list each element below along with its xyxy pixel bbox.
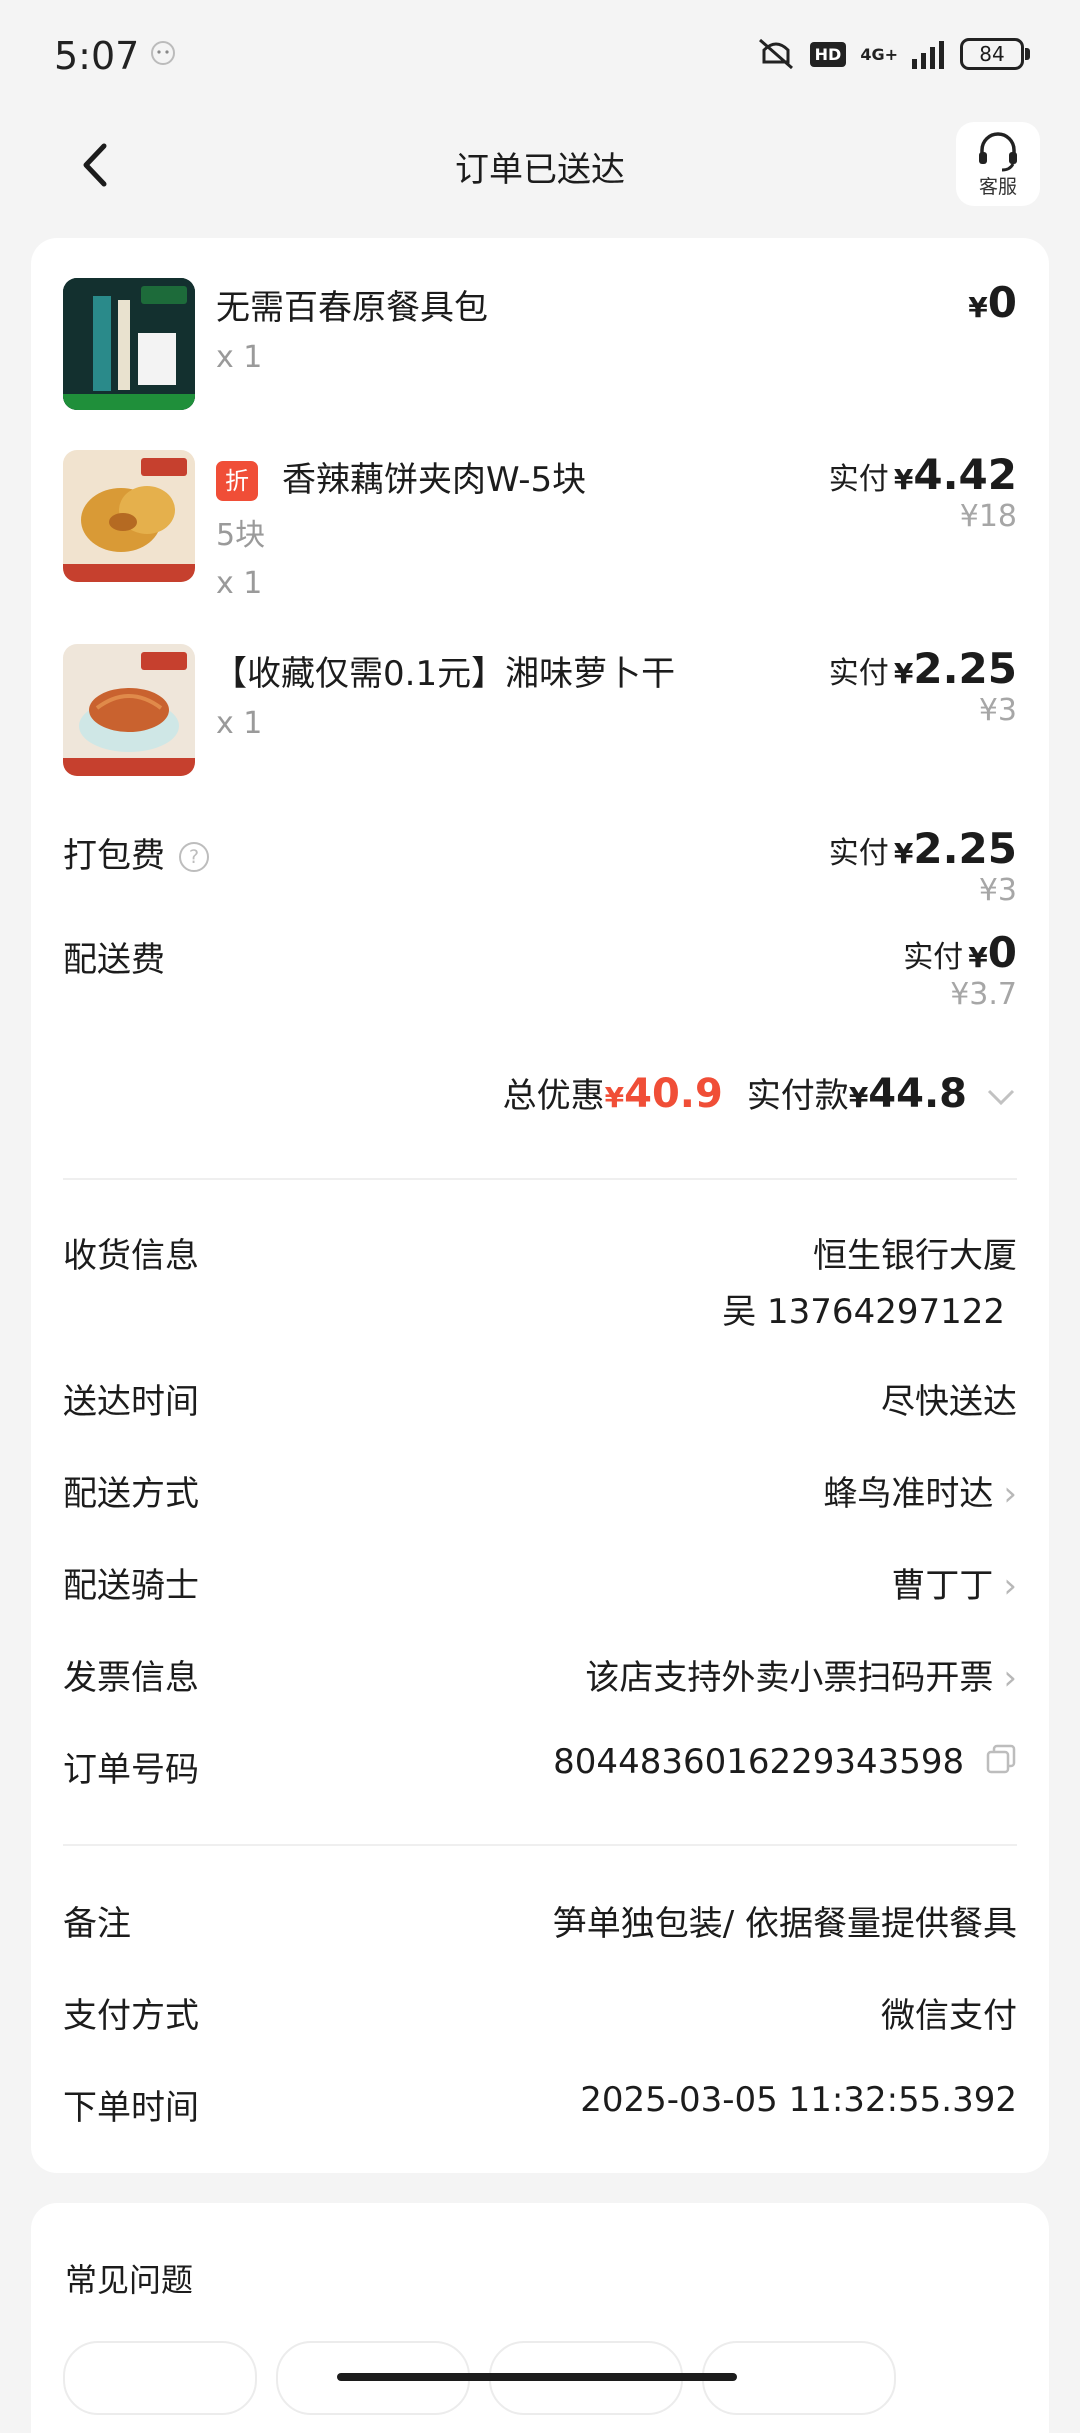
currency-symbol: ¥ <box>893 463 914 496</box>
delivery-method-row[interactable]: 蜂鸟准时达 › <box>823 1466 1017 1515</box>
invoice-row[interactable]: 该店支持外卖小票扫码开票 › <box>585 1650 1017 1699</box>
paid-total-amount: 44.8 <box>868 1071 967 1117</box>
delivery-time-value: 尽快送达 <box>881 1382 1017 1422</box>
rider-label: 配送骑士 <box>63 1566 199 1606</box>
delivery-fee-price: 实付 ¥0 ¥3.7 <box>903 928 1017 1012</box>
page-title: 订单已送达 <box>455 150 625 190</box>
discount-tag: 折 <box>216 461 258 501</box>
original-price: ¥3.7 <box>950 977 1017 1012</box>
faq-card: 常见问题 <box>31 2203 1049 2433</box>
delivery-method-value: 蜂鸟准时达 <box>823 1474 994 1514</box>
original-price: ¥18 <box>959 499 1017 534</box>
note-value: 笋单独包装/ 依据餐量提供餐具 <box>552 1904 1017 1944</box>
divider <box>63 1844 1017 1846</box>
copy-icon[interactable] <box>985 1743 1017 1775</box>
faq-title: 常见问题 <box>65 2261 194 2299</box>
order-number-row: 8044836016229343598 <box>553 1742 1017 1782</box>
packing-fee-price: 实付 ¥2.25 ¥3 <box>829 824 1017 908</box>
item-price: 实付 ¥2.25 ¥3 <box>829 644 1017 728</box>
order-item[interactable]: 折香辣藕饼夹肉W-5块 5块 x 1 实付 ¥4.42 ¥18 <box>63 450 1017 601</box>
price-amount: 2.25 <box>913 644 1017 693</box>
item-price: ¥0 <box>968 278 1017 327</box>
currency-symbol: ¥ <box>848 1081 869 1114</box>
customer-service-label: 客服 <box>978 176 1017 198</box>
item-thumbnail <box>63 450 195 582</box>
currency-symbol: ¥ <box>968 291 988 324</box>
paid-label: 实付 <box>828 462 889 497</box>
chevron-right-icon: › <box>1003 1566 1017 1606</box>
faq-question-chip[interactable] <box>63 2341 257 2415</box>
delivery-time-label: 送达时间 <box>63 1382 199 1422</box>
receiver-label: 收货信息 <box>63 1236 199 1276</box>
order-time-value: 2025-03-05 11:32:55.392 <box>580 2080 1017 2120</box>
order-number-label: 订单号码 <box>63 1750 199 1790</box>
price-amount: 0 <box>987 928 1017 977</box>
paid-label: 实付 <box>903 940 964 975</box>
help-icon[interactable]: ? <box>179 842 209 872</box>
paid-label: 实付 <box>828 656 889 691</box>
hd-badge: HD <box>809 41 847 67</box>
item-name: 无需百春原餐具包 <box>216 288 488 328</box>
receiver-address: 恒生银行大厦 <box>813 1236 1017 1276</box>
item-qty: x 1 <box>216 706 263 741</box>
chevron-down-icon <box>987 1089 1015 1106</box>
original-price: ¥3 <box>978 873 1017 908</box>
order-total[interactable]: 总优惠 ¥ 40.9 实付款 ¥ 44.8 <box>503 1068 1017 1117</box>
signal-icon <box>912 41 944 69</box>
price-amount: 0 <box>987 278 1017 327</box>
price-amount: 2.25 <box>913 824 1017 873</box>
currency-symbol: ¥ <box>893 657 914 690</box>
divider <box>63 1178 1017 1180</box>
paid-total-label: 实付款 <box>746 1076 849 1116</box>
original-price: ¥3 <box>978 693 1017 728</box>
item-qty: x 1 <box>216 566 263 601</box>
note-label: 备注 <box>63 1904 131 1944</box>
mute-icon <box>758 38 793 70</box>
invoice-value: 该店支持外卖小票扫码开票 <box>585 1658 994 1698</box>
chevron-right-icon: › <box>1003 1658 1017 1698</box>
discount-label: 总优惠 <box>502 1076 605 1116</box>
network-type: 4G+ <box>860 44 898 64</box>
item-spec: 5块 <box>216 518 266 553</box>
order-time-label: 下单时间 <box>63 2088 199 2128</box>
paid-label: 实付 <box>828 836 889 871</box>
status-time: 5:07 <box>54 34 140 78</box>
order-item[interactable]: 【收藏仅需0.1元】湘味萝卜干 x 1 实付 ¥2.25 ¥3 <box>63 644 1017 776</box>
item-qty: x 1 <box>216 340 263 375</box>
rider-row[interactable]: 曹丁丁 › <box>891 1558 1017 1607</box>
item-thumbnail <box>63 278 195 410</box>
item-price: 实付 ¥4.42 ¥18 <box>829 450 1017 534</box>
payment-method-label: 支付方式 <box>63 1996 199 2036</box>
item-name-row: 折香辣藕饼夹肉W-5块 <box>216 452 586 501</box>
status-icons: HD 4G+ 84 <box>756 34 1030 74</box>
currency-symbol: ¥ <box>968 941 988 974</box>
currency-symbol: ¥ <box>893 837 914 870</box>
customer-service-button[interactable]: 客服 <box>956 122 1040 206</box>
order-card: 无需百春原餐具包 x 1 ¥0 折香辣藕饼夹肉W-5块 5块 x 1 实付 ¥4… <box>31 238 1049 2173</box>
order-item[interactable]: 无需百春原餐具包 x 1 ¥0 <box>63 278 1017 410</box>
home-indicator[interactable] <box>337 2373 737 2381</box>
battery-level: 84 <box>979 42 1005 66</box>
price-amount: 4.42 <box>913 450 1017 499</box>
order-number: 8044836016229343598 <box>553 1742 965 1782</box>
cat-emoji-icon <box>151 41 175 65</box>
receiver-contact: 吴 13764297122 <box>722 1292 1005 1332</box>
battery-icon: 84 <box>960 38 1030 70</box>
discount-amount: 40.9 <box>624 1071 723 1117</box>
item-name: 香辣藕饼夹肉W-5块 <box>282 460 587 500</box>
payment-method-value: 微信支付 <box>881 1996 1017 2036</box>
item-thumbnail <box>63 644 195 776</box>
nav-bar: 订单已送达 客服 <box>0 110 1080 220</box>
delivery-method-label: 配送方式 <box>63 1474 199 1514</box>
chevron-right-icon: › <box>1003 1474 1017 1514</box>
currency-symbol: ¥ <box>604 1081 625 1114</box>
invoice-label: 发票信息 <box>63 1658 199 1698</box>
packing-fee-label: 打包费? <box>63 828 209 877</box>
status-bar: 5:07 HD 4G+ 84 <box>0 0 1080 110</box>
fee-label-text: 打包费 <box>63 836 165 876</box>
rider-name: 曹丁丁 <box>891 1566 994 1606</box>
headset-icon <box>979 132 1017 172</box>
delivery-fee-label: 配送费 <box>63 940 165 980</box>
item-name: 【收藏仅需0.1元】湘味萝卜干 <box>213 654 676 694</box>
